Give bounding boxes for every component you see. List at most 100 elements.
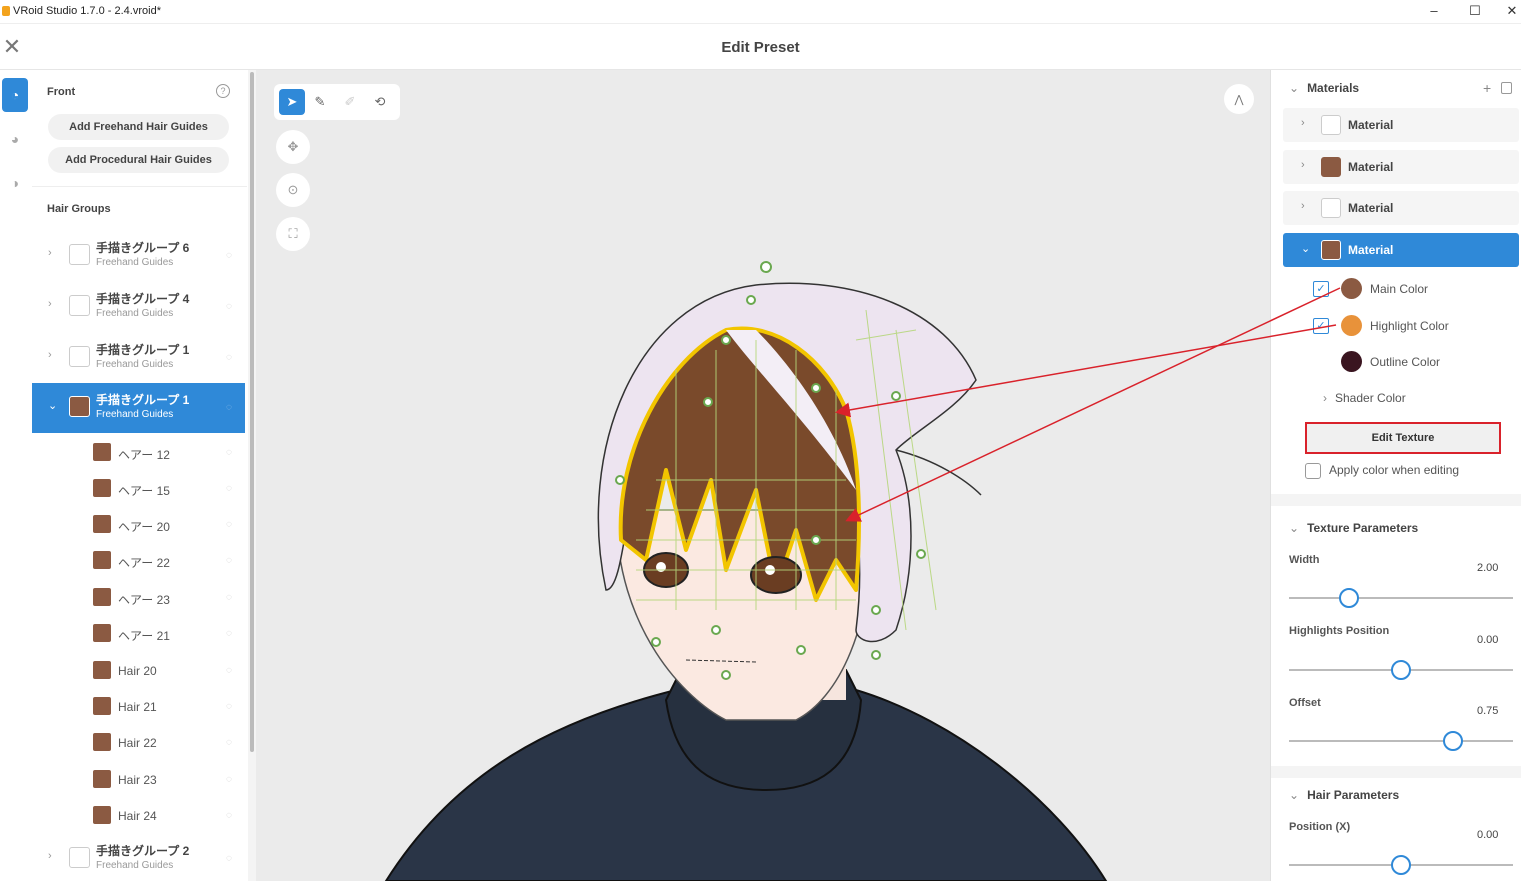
visibility-icon[interactable]: ◌ (226, 810, 232, 821)
main-color-row[interactable]: ✓ Main Color (1313, 276, 1513, 302)
main-color-swatch[interactable] (1341, 278, 1362, 299)
slider-track (1289, 740, 1513, 742)
width-slider[interactable] (1289, 588, 1513, 608)
chevron-right-icon[interactable]: › (48, 349, 52, 361)
shader-color-row[interactable]: › Shader Color (1323, 391, 1406, 405)
apply-color-checkbox[interactable] (1305, 463, 1321, 479)
hair-item[interactable]: ヘアー 12 ◌ (32, 435, 245, 471)
hair-item[interactable]: Hair 20 ◌ (32, 653, 245, 689)
visibility-icon[interactable]: ◌ (226, 250, 232, 261)
chevron-right-icon[interactable]: › (1301, 117, 1305, 129)
visibility-icon[interactable]: ◌ (226, 402, 232, 413)
hair-group-item[interactable]: › 手描きグループ 4 Freehand Guides ◌ (32, 282, 245, 332)
visibility-icon[interactable]: ◌ (226, 737, 232, 748)
hair-swatch (93, 806, 111, 824)
chevron-down-icon[interactable]: ⌄ (1289, 788, 1299, 802)
hair-swatch (93, 697, 111, 715)
material-item-selected[interactable]: ⌄ Material (1283, 233, 1519, 267)
material-item[interactable]: › Material (1283, 108, 1519, 142)
visibility-icon[interactable]: ◌ (226, 555, 232, 566)
3d-viewport[interactable]: ➤ ✎ ✐ ⟲ ✥ ⊙ ⛶ ⋀ (256, 70, 1270, 881)
hair-group-item[interactable]: › 手描きグループ 6 Freehand Guides ◌ (32, 231, 245, 281)
outline-color-row[interactable]: Outline Color (1313, 349, 1513, 375)
visibility-icon[interactable]: ◌ (226, 853, 232, 864)
offset-value[interactable]: 0.75 (1477, 705, 1498, 717)
scroll-thumb[interactable] (250, 72, 254, 752)
hair-group-item[interactable]: › 手描きグループ 1 Freehand Guides ◌ (32, 333, 245, 383)
chevron-right-icon[interactable]: › (1301, 200, 1305, 212)
outline-color-swatch[interactable] (1341, 351, 1362, 372)
minimize-button[interactable]: – (1424, 3, 1444, 18)
visibility-icon[interactable]: ◌ (226, 483, 232, 494)
duplicate-material-icon[interactable] (1501, 82, 1512, 94)
highlight-color-checkbox[interactable]: ✓ (1313, 318, 1329, 334)
hair-group-item-selected[interactable]: ⌄ 手描きグループ 1 Freehand Guides ◌ (32, 383, 245, 433)
slider-knob[interactable] (1391, 855, 1411, 875)
chevron-right-icon[interactable]: › (48, 298, 52, 310)
visibility-icon[interactable]: ◌ (226, 447, 232, 458)
position-x-slider[interactable] (1289, 855, 1513, 875)
hair-item[interactable]: ヘアー 21 ◌ (32, 616, 245, 652)
left-scrollbar[interactable] (248, 70, 256, 881)
hair-strand (895, 449, 982, 496)
help-icon[interactable]: ? (216, 84, 230, 98)
hair-item[interactable]: Hair 22 ◌ (32, 725, 245, 761)
hair-group-item[interactable]: › 手描きグループ 2 Freehand Guides ◌ (32, 834, 245, 881)
add-procedural-guides-button[interactable]: Add Procedural Hair Guides (48, 147, 229, 173)
slider-knob[interactable] (1339, 588, 1360, 608)
materials-section-header[interactable]: ⌄ Materials (1289, 81, 1359, 95)
hair-item[interactable]: ヘアー 15 ◌ (32, 471, 245, 507)
hair-params-header[interactable]: ⌄ Hair Parameters (1289, 788, 1399, 802)
hair-item[interactable]: ヘアー 23 ◌ (32, 580, 245, 616)
material-name: Material (1348, 160, 1394, 174)
visibility-icon[interactable]: ◌ (226, 301, 232, 312)
chevron-right-icon[interactable]: › (48, 850, 52, 862)
chevron-right-icon[interactable]: › (1301, 159, 1305, 171)
add-freehand-guides-button[interactable]: Add Freehand Hair Guides (48, 114, 229, 140)
chevron-right-icon[interactable]: › (48, 247, 52, 259)
chevron-right-icon[interactable]: › (1323, 391, 1327, 405)
visibility-icon[interactable]: ◌ (226, 519, 232, 530)
offset-slider[interactable] (1289, 731, 1513, 751)
hair-item[interactable]: Hair 24 ◌ (32, 798, 245, 834)
slider-knob[interactable] (1391, 660, 1411, 680)
hair-side-tab[interactable]: ◑ (2, 166, 28, 200)
hair-item[interactable]: Hair 23 ◌ (32, 762, 245, 798)
visibility-icon[interactable]: ◌ (226, 628, 232, 639)
hair-item[interactable]: ヘアー 22 ◌ (32, 543, 245, 579)
hair-item[interactable]: ヘアー 20 ◌ (32, 507, 245, 543)
material-item[interactable]: › Material (1283, 191, 1519, 225)
material-item[interactable]: › Material (1283, 150, 1519, 184)
visibility-icon[interactable]: ◌ (226, 665, 232, 676)
highlight-color-swatch[interactable] (1341, 315, 1362, 336)
group-name: 手描きグループ 6 (96, 241, 190, 255)
visibility-icon[interactable]: ◌ (226, 592, 232, 603)
position-x-value[interactable]: 0.00 (1477, 829, 1498, 841)
highlights-position-value[interactable]: 0.00 (1477, 634, 1498, 646)
highlight-color-row[interactable]: ✓ Highlight Color (1313, 313, 1513, 339)
add-material-icon[interactable]: + (1483, 80, 1491, 96)
chevron-down-icon[interactable]: ⌄ (1289, 521, 1299, 535)
hair-swatch (93, 624, 111, 642)
main-color-checkbox[interactable]: ✓ (1313, 281, 1329, 297)
highlights-position-slider[interactable] (1289, 660, 1513, 680)
edit-texture-button[interactable]: Edit Texture (1305, 422, 1501, 454)
chevron-down-icon[interactable]: ⌄ (1289, 81, 1299, 95)
section-divider (1271, 766, 1521, 778)
chevron-down-icon[interactable]: ⌄ (48, 399, 57, 412)
visibility-icon[interactable]: ◌ (226, 774, 232, 785)
hair-item[interactable]: Hair 21 ◌ (32, 689, 245, 725)
hair-front-tab[interactable]: ◔ (2, 78, 28, 112)
chevron-down-icon[interactable]: ⌄ (1301, 242, 1310, 255)
apply-color-row[interactable]: Apply color when editing (1305, 463, 1459, 479)
window-close-button[interactable]: ✕ (1502, 3, 1521, 19)
slider-knob[interactable] (1442, 731, 1463, 751)
width-value[interactable]: 2.00 (1477, 562, 1498, 574)
hair-swatch (93, 661, 111, 679)
hair-back-tab[interactable]: ◕ (2, 122, 28, 156)
hair-name: Hair 23 (118, 773, 157, 787)
texture-params-header[interactable]: ⌄ Texture Parameters (1289, 521, 1418, 535)
visibility-icon[interactable]: ◌ (226, 352, 232, 363)
maximize-button[interactable]: ☐ (1465, 3, 1485, 19)
visibility-icon[interactable]: ◌ (226, 701, 232, 712)
